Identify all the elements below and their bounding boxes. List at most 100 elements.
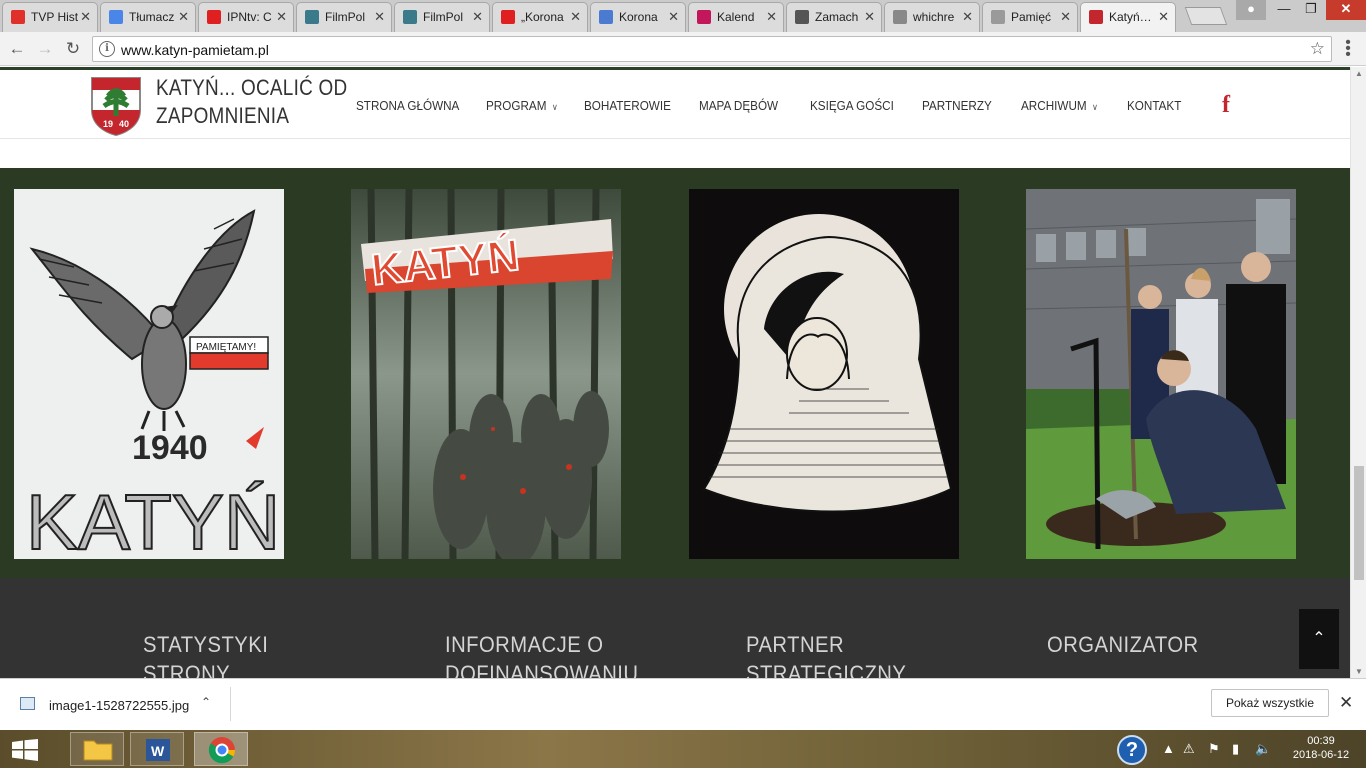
taskbar-clock[interactable]: 00:39 2018-06-12	[1286, 734, 1356, 762]
nav-item[interactable]: KSIĘGA GOŚCI	[810, 98, 894, 113]
youtube-favicon-icon	[501, 10, 515, 24]
browser-toolbar: ← → ↻ i www.katyn-pamietam.pl ☆ • • •	[0, 32, 1366, 66]
scroll-down-icon[interactable]: ▼	[1355, 667, 1363, 676]
taskbar-chrome[interactable]	[194, 732, 248, 766]
tab-close-icon[interactable]: ✕	[472, 9, 483, 25]
nav-item-label: PARTNERZY	[922, 98, 992, 113]
footer-heading: PARTNER STRATEGICZNY	[746, 632, 907, 678]
nav-item[interactable]: KONTAKT	[1127, 98, 1181, 113]
browser-tab[interactable]: Katyń… ✕	[1080, 2, 1176, 32]
back-to-top-button[interactable]: ⌃	[1299, 609, 1339, 669]
windows-taskbar: W ? ▲ ⚠ ⚑ ▮ 🔈 00:39 2018-06-12	[0, 730, 1366, 768]
tab-close-icon[interactable]: ✕	[374, 9, 385, 25]
window-close-button[interactable]: ✕	[1326, 0, 1366, 20]
back-arrow-icon[interactable]: ←	[6, 38, 28, 60]
show-all-downloads-button[interactable]: Pokaż wszystkie	[1211, 689, 1329, 717]
browser-tab[interactable]: whichre ✕	[884, 2, 980, 32]
tab-close-icon[interactable]: ✕	[1060, 9, 1071, 25]
browser-tab[interactable]: IPNtv: C ✕	[198, 2, 294, 32]
eagle-word-text: KATYŃ	[26, 478, 280, 559]
browser-tab-title: Korona	[619, 10, 658, 24]
tab-close-icon[interactable]: ✕	[864, 9, 875, 25]
page-favicon-icon	[893, 10, 907, 24]
browser-tab[interactable]: Zamach ✕	[786, 2, 882, 32]
clock-time: 00:39	[1307, 735, 1335, 747]
browser-tab-title: Katyń…	[1109, 10, 1152, 24]
chevron-down-icon: ∨	[551, 102, 558, 112]
battery-icon[interactable]: ▮	[1232, 741, 1239, 757]
browser-tab[interactable]: Korona ✕	[590, 2, 686, 32]
gallery-image-forest-painting[interactable]: KATYŃ	[351, 189, 621, 559]
gallery-image-tree-planting-photo[interactable]	[1026, 189, 1296, 559]
browser-tab-title: Kalend	[717, 10, 755, 24]
new-tab-button[interactable]	[1184, 7, 1228, 25]
gallery-image-eagle-drawing[interactable]: PAMIĘTAMY! 1940 KATYŃ	[14, 189, 284, 559]
filmpolski-favicon-icon	[403, 10, 417, 24]
download-menu-chevron-icon[interactable]: ⌃	[201, 695, 211, 709]
eagle-year-text: 1940	[132, 429, 208, 467]
tab-close-icon[interactable]: ✕	[178, 9, 189, 25]
site-info-icon[interactable]: i	[99, 41, 115, 57]
tab-close-icon[interactable]: ✕	[766, 9, 777, 25]
flag-icon[interactable]: ⚑	[1208, 741, 1220, 757]
browser-tab-title: Zamach	[815, 10, 859, 24]
tab-close-icon[interactable]: ✕	[276, 9, 287, 25]
browser-tab-strip: TVP Hist ✕ Tłumacz ✕ IPNtv: C ✕ FilmPol ✕ FilmPo…	[0, 0, 1366, 32]
browser-tab[interactable]: TVP Hist ✕	[2, 2, 98, 32]
browser-tab[interactable]: FilmPol ✕	[394, 2, 490, 32]
nav-item[interactable]: PROGRAM ∨	[486, 98, 558, 113]
tab-close-icon[interactable]: ✕	[962, 9, 973, 25]
reload-icon[interactable]: ↻	[62, 38, 84, 60]
footer-heading: INFORMACJE O DOFINANSOWANIU	[445, 632, 639, 678]
google-translate-favicon-icon	[109, 10, 123, 24]
katyn-logo[interactable]: 19 40	[90, 76, 142, 136]
tab-close-icon[interactable]: ✕	[1158, 9, 1169, 25]
footer-heading: STATYSTYKI STRONY	[143, 632, 269, 678]
page-scrollbar[interactable]: ▲ ▼	[1350, 67, 1366, 678]
nav-item[interactable]: MAPA DĘBÓW	[699, 98, 778, 113]
taskbar-file-explorer[interactable]	[70, 732, 124, 766]
tray-expand-icon[interactable]: ▲	[1162, 741, 1175, 756]
browser-tab[interactable]: Pamięć ✕	[982, 2, 1078, 32]
windows-start-icon[interactable]	[12, 739, 38, 761]
browser-menu-icon[interactable]: • • •	[1340, 35, 1356, 63]
nav-item[interactable]: PARTNERZY	[922, 98, 992, 113]
gallery-section: PAMIĘTAMY! 1940 KATYŃ KATYŃ	[0, 168, 1350, 578]
nav-item[interactable]: BOHATEROWIE	[584, 98, 671, 113]
scroll-up-icon[interactable]: ▲	[1355, 69, 1363, 78]
image-file-icon	[20, 697, 35, 710]
tab-close-icon[interactable]: ✕	[668, 9, 679, 25]
wp-favicon-icon	[697, 10, 711, 24]
download-file-name[interactable]: image1-1528722555.jpg	[49, 698, 189, 713]
nav-item[interactable]: ARCHIWUM ∨	[1021, 98, 1098, 113]
facebook-icon[interactable]: f	[1222, 92, 1230, 119]
site-title[interactable]: KATYŃ... OCALIĆ OD ZAPOMNIENIA	[156, 74, 347, 130]
url-text[interactable]: www.katyn-pamietam.pl	[121, 42, 269, 58]
tab-close-icon[interactable]: ✕	[570, 9, 581, 25]
browser-tab[interactable]: Tłumacz ✕	[100, 2, 196, 32]
taskbar-word[interactable]: W	[130, 732, 184, 766]
site-title-line2: ZAPOMNIENIA	[156, 103, 290, 128]
browser-tab[interactable]: „Korona ✕	[492, 2, 588, 32]
close-download-shelf-icon[interactable]: ✕	[1339, 693, 1353, 713]
address-bar[interactable]: i www.katyn-pamietam.pl ☆	[92, 36, 1332, 62]
browser-tab[interactable]: FilmPol ✕	[296, 2, 392, 32]
browser-tab[interactable]: Kalend ✕	[688, 2, 784, 32]
nav-item-label: KSIĘGA GOŚCI	[810, 98, 894, 113]
browser-tab-title: IPNtv: C	[227, 10, 272, 24]
browser-tab-title: Tłumacz	[129, 10, 175, 24]
nav-item[interactable]: STRONA GŁÓWNA	[356, 98, 459, 113]
forward-arrow-icon[interactable]: →	[34, 38, 56, 60]
tab-close-icon[interactable]: ✕	[80, 9, 91, 25]
volume-icon[interactable]: 🔈	[1255, 741, 1271, 757]
network-warning-icon[interactable]: ⚠	[1183, 741, 1195, 757]
help-icon[interactable]: ?	[1117, 735, 1147, 765]
katyn-favicon-icon	[1089, 10, 1103, 24]
bookmark-star-icon[interactable]: ☆	[1310, 39, 1325, 59]
user-profile-icon[interactable]: ●	[1236, 0, 1266, 20]
browser-tab-title: FilmPol	[325, 10, 366, 24]
scroll-thumb[interactable]	[1354, 466, 1364, 580]
minimize-button[interactable]: —	[1270, 0, 1298, 20]
maximize-button[interactable]: ❐	[1297, 0, 1325, 20]
gallery-image-mourning-woman-drawing[interactable]	[689, 189, 959, 559]
